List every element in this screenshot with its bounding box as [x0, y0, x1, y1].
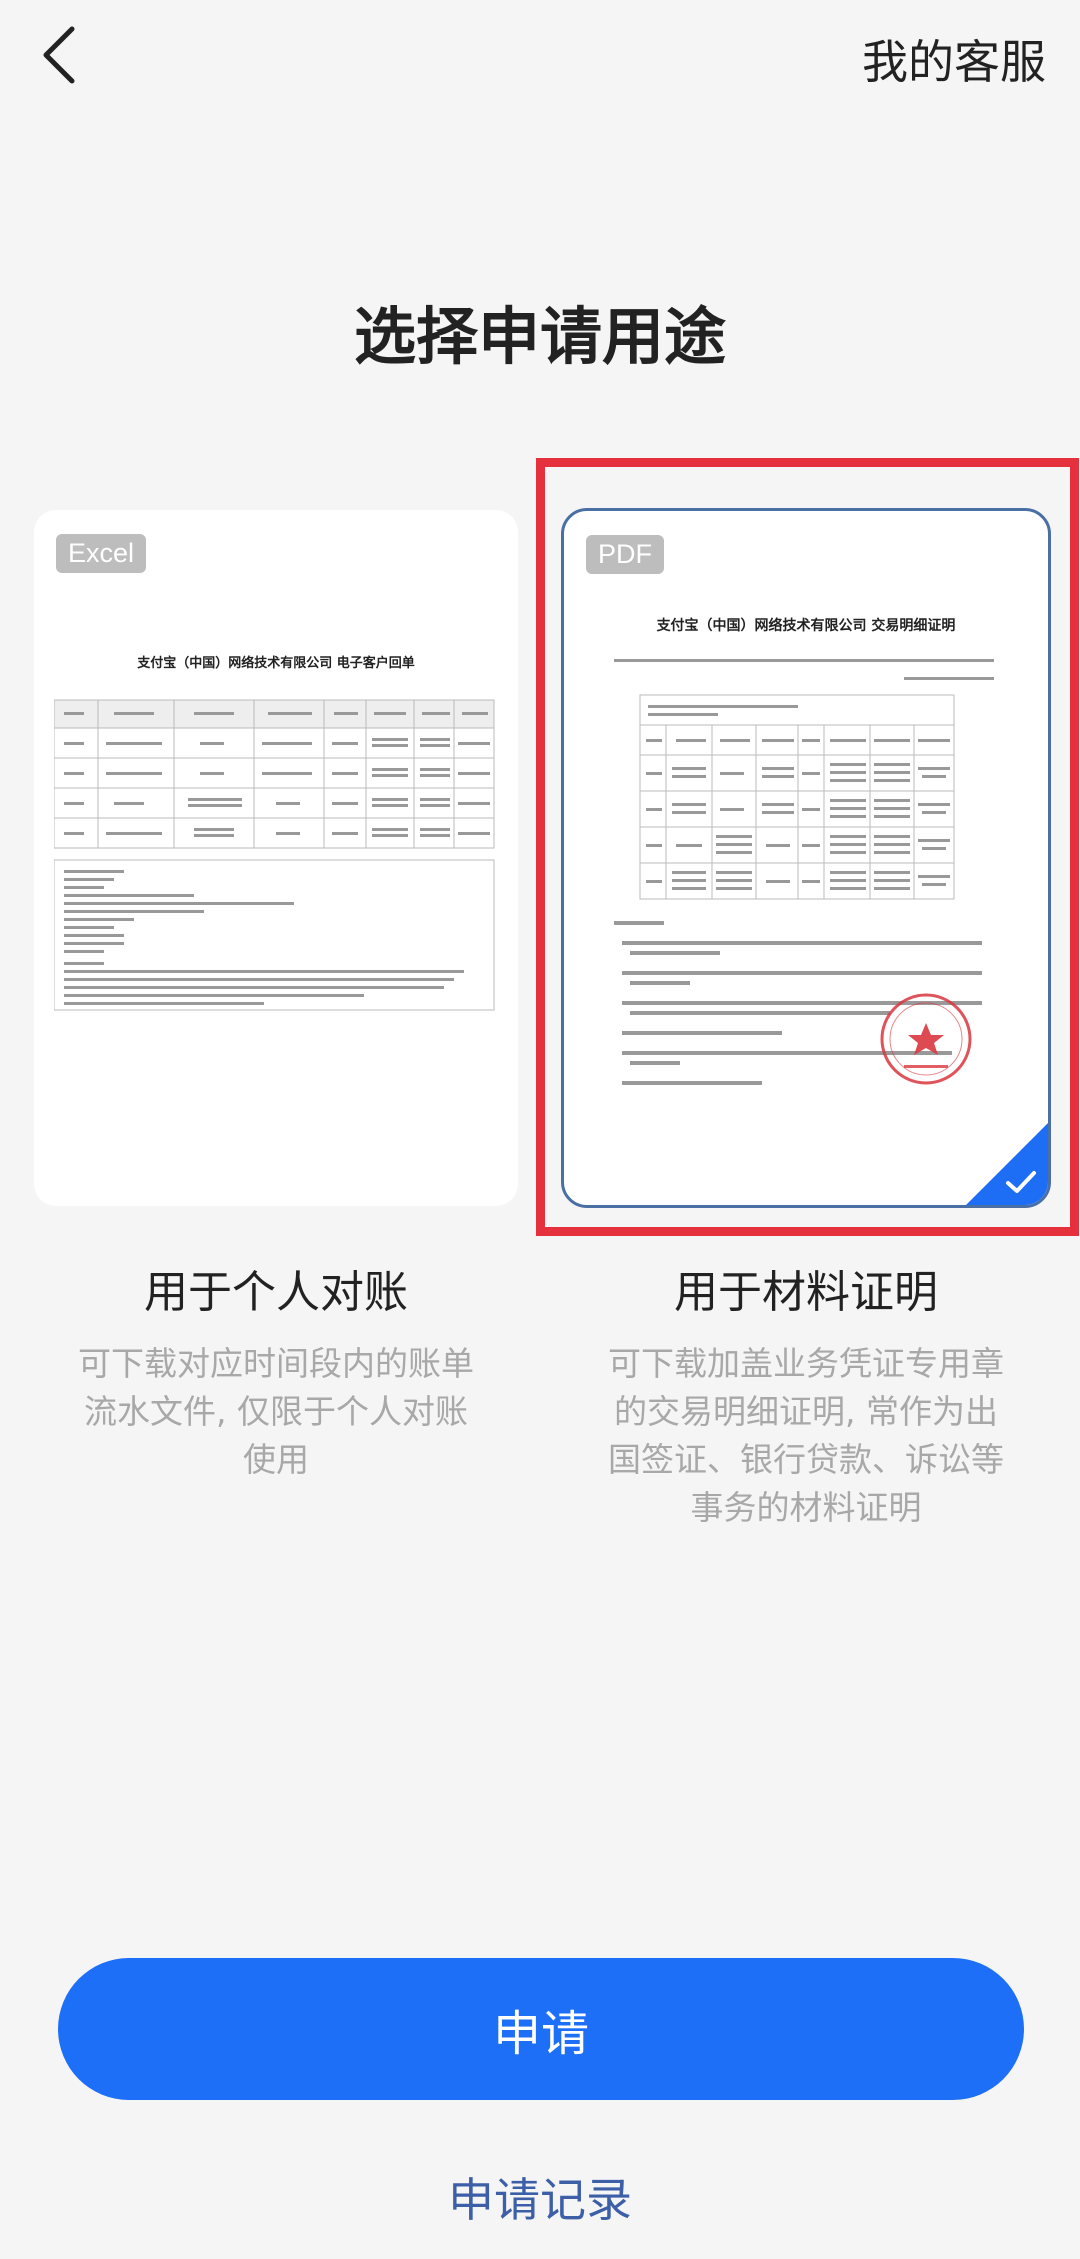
desc-line: 可下载对应时间段内的账单 — [78, 1344, 474, 1383]
option-desc-personal: 可下载对应时间段内的账单 流水文件, 仅限于个人对账 使用 — [34, 1340, 518, 1484]
desc-line: 的交易明细证明, 常作为出 — [614, 1392, 998, 1431]
desc-line: 国签证、银行贷款、诉讼等 — [608, 1440, 1004, 1479]
desc-line: 使用 — [243, 1440, 309, 1479]
back-button[interactable] — [30, 20, 90, 90]
customer-service-link[interactable]: 我的客服 — [862, 26, 1046, 92]
excel-file-badge: Excel — [56, 534, 147, 573]
application-records-link[interactable]: 申请记录 — [0, 2164, 1080, 2230]
option-title-personal: 用于个人对账 — [144, 1267, 408, 1318]
excel-preview-document — [54, 699, 495, 1011]
checkmark-icon — [1006, 1171, 1036, 1193]
apply-button[interactable]: 申请 — [58, 1958, 1024, 2100]
option-title-material: 用于材料证明 — [674, 1267, 938, 1318]
option-card-personal-reconciliation[interactable]: Excel 支付宝（中国）网络技术有限公司 电子客户回单 — [34, 510, 518, 1206]
desc-line: 可下载加盖业务凭证专用章 — [608, 1344, 1004, 1383]
desc-line: 事务的材料证明 — [690, 1488, 922, 1527]
pdf-preview-document — [614, 659, 994, 1085]
pdf-preview-title: 支付宝（中国）网络技术有限公司 交易明细证明 — [656, 618, 956, 634]
official-seal-icon — [880, 993, 972, 1085]
option-card-material-proof[interactable]: PDF 支付宝（中国）网络技术有限公司 交易明细证明 — [561, 508, 1051, 1208]
excel-preview-title: 支付宝（中国）网络技术有限公司 电子客户回单 — [137, 656, 415, 671]
page-title: 选择申请用途 — [353, 300, 726, 373]
pdf-file-badge: PDF — [586, 535, 664, 574]
option-desc-material: 可下载加盖业务凭证专用章 的交易明细证明, 常作为出 国签证、银行贷款、诉讼等 … — [561, 1340, 1051, 1532]
chevron-left-icon — [43, 26, 75, 84]
desc-line: 流水文件, 仅限于个人对账 — [84, 1392, 468, 1431]
apply-button-label: 申请 — [492, 2006, 589, 2062]
